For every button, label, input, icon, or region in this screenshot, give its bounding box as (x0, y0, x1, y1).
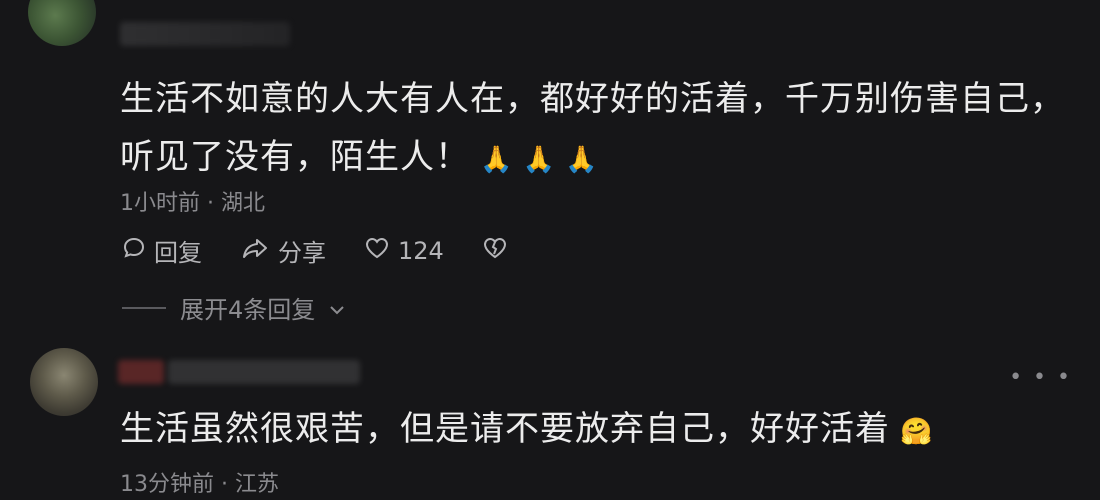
dislike-button[interactable] (482, 236, 508, 265)
heart-icon (364, 236, 390, 265)
comment-body: 生活虽然很艰苦，但是请不要放弃自己，好好活着 (120, 409, 890, 449)
comment-meta: 1小时前 · 湖北 (120, 191, 265, 216)
more-dots-icon[interactable]: • • • (1009, 365, 1072, 390)
comment-text: 生活虽然很艰苦，但是请不要放弃自己，好好活着 🤗 (120, 400, 1080, 461)
hug-emoji: 🤗 (900, 417, 934, 447)
share-label: 分享 (278, 239, 326, 267)
folded-hands-emoji: 🙏 🙏 🙏 (480, 145, 599, 175)
avatar[interactable] (30, 348, 98, 416)
reply-button[interactable]: 回复 (122, 233, 202, 268)
username-blurred (120, 22, 290, 46)
like-count: 124 (398, 236, 444, 265)
broken-heart-icon (482, 236, 508, 265)
share-button[interactable]: 分享 (240, 233, 326, 268)
share-arrow-icon (240, 236, 270, 265)
username-blurred (118, 360, 164, 384)
comment-meta: 13分钟前 · 江苏 (120, 472, 279, 497)
like-button[interactable]: 124 (364, 236, 444, 265)
expand-replies-button[interactable]: 展开4条回复 (122, 290, 345, 325)
expand-replies-label: 展开4条回复 (180, 296, 316, 324)
reply-label: 回复 (154, 239, 202, 267)
username-blurred (168, 360, 360, 384)
avatar[interactable] (28, 0, 96, 46)
chevron-down-icon (329, 294, 345, 322)
comment-text: 生活不如意的人大有人在，都好好的活着，千万别伤害自己，听见了没有，陌生人！ 🙏 🙏… (120, 70, 1080, 189)
divider-line (122, 306, 166, 309)
comment-actions: 回复 分享 124 (122, 233, 508, 268)
comment-bubble-icon (122, 236, 146, 265)
